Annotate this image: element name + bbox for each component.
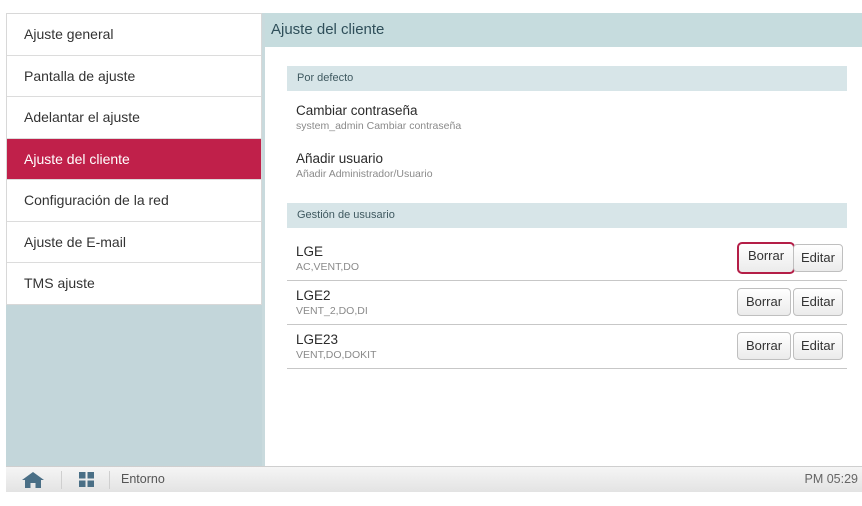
row-subtitle: system_admin Cambiar contraseña: [296, 120, 462, 132]
sidebar-item-pantalla-de-ajuste[interactable]: Pantalla de ajuste: [7, 56, 261, 97]
current-section-label: Entorno: [121, 472, 165, 486]
divider: [109, 471, 110, 489]
delete-button[interactable]: Borrar: [737, 332, 791, 360]
grid-icon[interactable]: [79, 472, 94, 487]
page-title: Ajuste del cliente: [265, 13, 862, 47]
section-header-user-management: Gestión de ususario: [287, 203, 847, 228]
sidebar-item-ajuste-general[interactable]: Ajuste general: [7, 14, 261, 56]
row-title: Añadir usuario: [296, 151, 384, 166]
add-user-row[interactable]: Añadir usuario Añadir Administrador/Usua…: [287, 150, 847, 181]
sidebar-item-adelantar-el-ajuste[interactable]: Adelantar el ajuste: [7, 97, 261, 139]
sidebar-item-tms-ajuste[interactable]: TMS ajuste: [7, 263, 261, 304]
edit-button[interactable]: Editar: [793, 288, 843, 316]
clock: PM 05:29: [804, 472, 858, 486]
bottom-bar: Entorno PM 05:29: [6, 466, 862, 492]
sidebar-item-configuracion-de-la-red[interactable]: Configuración de la red: [7, 180, 261, 222]
change-password-row[interactable]: Cambiar contraseña system_admin Cambiar …: [287, 102, 847, 133]
user-row-lge2[interactable]: LGE2 VENT_2,DO,DI Borrar Editar: [287, 282, 847, 325]
app-frame: Ajuste general Pantalla de ajuste Adelan…: [6, 13, 862, 492]
divider: [61, 471, 62, 489]
row-title: Cambiar contraseña: [296, 103, 418, 118]
sidebar: Ajuste general Pantalla de ajuste Adelan…: [6, 13, 262, 466]
edit-button[interactable]: Editar: [793, 244, 843, 272]
row-subtitle: Añadir Administrador/Usuario: [296, 168, 433, 180]
content-panel: Ajuste del cliente Por defecto Cambiar c…: [265, 13, 862, 466]
home-icon[interactable]: [22, 472, 44, 488]
delete-button[interactable]: Borrar: [737, 288, 791, 316]
user-row-lge23[interactable]: LGE23 VENT,DO,DOKIT Borrar Editar: [287, 326, 847, 369]
section-header-default: Por defecto: [287, 66, 847, 91]
user-row-lge[interactable]: LGE AC,VENT,DO Borrar Editar: [287, 238, 847, 281]
sidebar-menu: Ajuste general Pantalla de ajuste Adelan…: [6, 13, 262, 305]
delete-button[interactable]: Borrar: [737, 242, 795, 274]
edit-button[interactable]: Editar: [793, 332, 843, 360]
sidebar-item-ajuste-del-cliente[interactable]: Ajuste del cliente: [7, 138, 261, 180]
sidebar-item-ajuste-de-email[interactable]: Ajuste de E-mail: [7, 222, 261, 263]
